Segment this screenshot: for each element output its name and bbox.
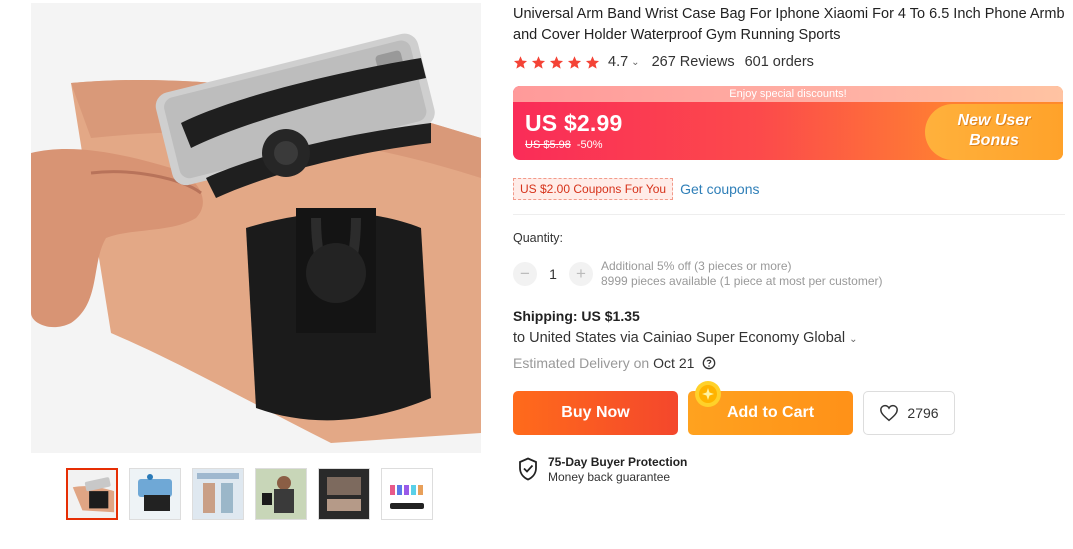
coupon-tag-label: US $2.00 Coupons For You (520, 182, 667, 196)
decrease-button[interactable]: − (513, 262, 537, 286)
delivery-label: Estimated Delivery on (513, 355, 650, 371)
heart-icon (880, 404, 899, 422)
thumbnail-strip (66, 468, 433, 520)
product-title: Universal Arm Band Wrist Case Bag For Ip… (513, 6, 1065, 43)
main-product-image[interactable] (31, 3, 481, 453)
thumbnail-3[interactable] (192, 468, 244, 520)
wishlist-button[interactable]: 2796 (863, 391, 955, 435)
get-coupons-link[interactable]: Get coupons (680, 181, 759, 197)
coin-icon (695, 381, 721, 407)
coupon-tag[interactable]: US $2.00 Coupons For You (513, 178, 674, 200)
thumbnail-2[interactable] (129, 468, 181, 520)
current-price: US $2.99 (525, 110, 623, 136)
thumbnail-image (193, 469, 243, 519)
quantity-stepper: − 1 + Additional 5% off (3 pieces or mor… (513, 259, 882, 289)
rating-row: 4.7 ⌄ 267 Reviews 601 orders (513, 52, 814, 72)
protection-text: 75-Day Buyer Protection Money back guara… (548, 455, 687, 485)
badge-line-2: Bonus (969, 132, 1019, 149)
chevron-down-icon[interactable]: ⌄ (631, 57, 639, 68)
thumbnail-image (256, 469, 306, 519)
thumbnail-4[interactable] (255, 468, 307, 520)
divider (513, 214, 1065, 215)
help-icon[interactable] (702, 356, 716, 370)
original-price: US $5.98 (525, 139, 571, 151)
thumbnail-1[interactable] (66, 468, 118, 520)
thumbnail-6[interactable] (381, 468, 433, 520)
star-icon (567, 55, 582, 69)
star-icon (549, 55, 564, 69)
thumbnail-image (130, 469, 180, 519)
stock-note: 8999 pieces available (1 piece at most p… (601, 274, 883, 288)
wishlist-count: 2796 (907, 405, 939, 421)
thumbnail-image (319, 469, 369, 519)
increase-button[interactable]: + (569, 262, 593, 286)
thumbnail-image (382, 469, 432, 519)
coupon-row: US $2.00 Coupons For You Get coupons (513, 178, 760, 200)
star-icon (585, 55, 600, 69)
delivery-date: Oct 21 (653, 355, 695, 371)
armband-photo (31, 3, 481, 453)
badge-line-1: New User (957, 112, 1031, 129)
shipping-title: Shipping: US $1.35 (513, 308, 640, 324)
protection-title: 75-Day Buyer Protection (548, 455, 688, 469)
star-icon (513, 55, 528, 69)
price-banner: Enjoy special discounts! US $2.99 US $5.… (513, 86, 1063, 160)
shield-check-icon (519, 457, 537, 481)
protection-subtitle: Money back guarantee (548, 470, 671, 484)
buyer-protection: 75-Day Buyer Protection Money back guara… (518, 455, 687, 485)
new-user-bonus-badge[interactable]: New User Bonus (925, 104, 1063, 160)
thumbnail-image (68, 470, 116, 518)
thumbnail-5[interactable] (318, 468, 370, 520)
buy-now-button[interactable]: Buy Now (513, 391, 678, 435)
orders-count: 601 orders (744, 54, 814, 70)
discount-banner-text: Enjoy special discounts! (513, 86, 1063, 102)
original-price-row: US $5.98 -50% (525, 139, 603, 151)
shipping-route-text: to United States via Cainiao Super Econo… (513, 330, 846, 346)
chevron-down-icon: ⌄ (849, 334, 858, 345)
star-rating (513, 55, 600, 70)
quantity-label: Quantity: (513, 231, 564, 245)
bulk-discount-note: Additional 5% off (3 pieces or more) (601, 259, 792, 273)
discount-percent: -50% (576, 139, 603, 151)
quantity-notes: Additional 5% off (3 pieces or more) 899… (601, 259, 882, 289)
reviews-link[interactable]: 267 Reviews (652, 54, 735, 70)
shipping-route[interactable]: to United States via Cainiao Super Econo… (513, 330, 858, 346)
rating-value[interactable]: 4.7 (608, 54, 628, 70)
estimated-delivery: Estimated Delivery on Oct 21 (513, 355, 716, 371)
star-icon (531, 55, 546, 69)
quantity-input[interactable]: 1 (537, 266, 569, 282)
